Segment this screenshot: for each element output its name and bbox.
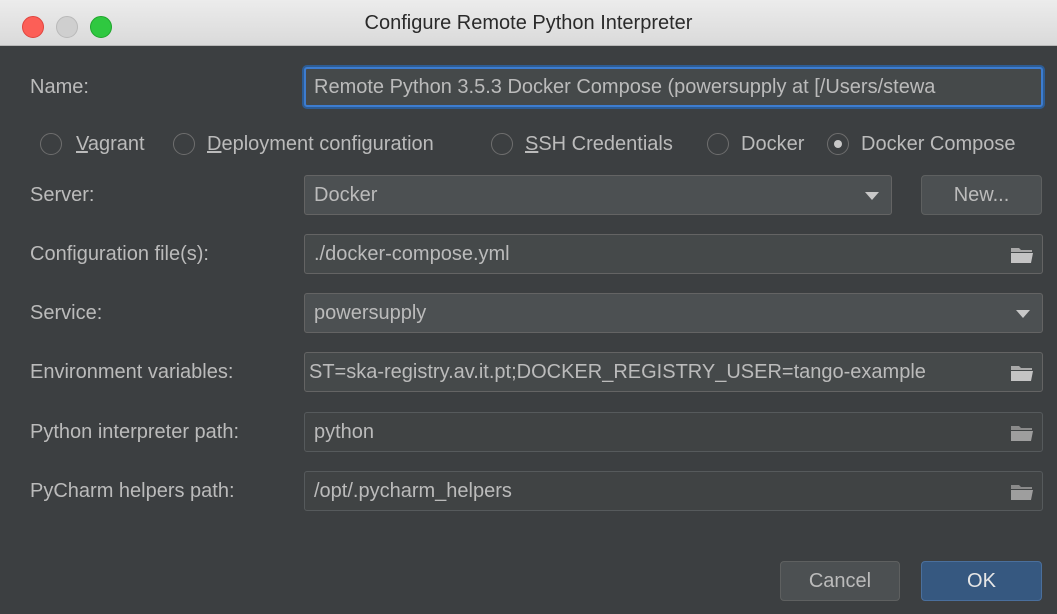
folder-icon[interactable] bbox=[1010, 364, 1034, 382]
helpers-path-input[interactable]: /opt/.pycharm_helpers bbox=[304, 471, 1043, 511]
service-select[interactable]: powersupply bbox=[304, 293, 1043, 333]
server-select[interactable]: Docker bbox=[304, 175, 892, 215]
radio-docker[interactable] bbox=[707, 133, 729, 155]
python-path-input[interactable]: python bbox=[304, 412, 1043, 452]
name-input[interactable]: Remote Python 3.5.3 Docker Compose (powe… bbox=[304, 67, 1043, 107]
service-label: Service: bbox=[30, 302, 103, 324]
config-files-input[interactable]: ./docker-compose.yml bbox=[304, 234, 1043, 274]
env-variables-input[interactable]: ST=ska-registry.av.it.pt;DOCKER_REGISTRY… bbox=[304, 352, 1043, 392]
radio-label-ssh-credentials[interactable]: SSH Credentials bbox=[525, 127, 673, 161]
folder-icon[interactable] bbox=[1010, 246, 1034, 264]
radio-label-vagrant[interactable]: Vagrant bbox=[76, 127, 145, 161]
python-path-value: python bbox=[314, 421, 375, 443]
radio-docker-compose[interactable] bbox=[827, 133, 849, 155]
helpers-path-label: PyCharm helpers path: bbox=[30, 480, 235, 502]
chevron-down-icon bbox=[1016, 310, 1030, 318]
radio-label-docker-compose[interactable]: Docker Compose bbox=[861, 127, 1016, 161]
env-variables-label: Environment variables: bbox=[30, 361, 234, 383]
title-bar: Configure Remote Python Interpreter bbox=[0, 0, 1057, 46]
ok-button[interactable]: OK bbox=[921, 561, 1042, 601]
chevron-down-icon bbox=[865, 192, 879, 200]
env-variables-value: ST=ska-registry.av.it.pt;DOCKER_REGISTRY… bbox=[309, 361, 926, 383]
helpers-path-value: /opt/.pycharm_helpers bbox=[314, 480, 512, 502]
radio-ssh-credentials[interactable] bbox=[491, 133, 513, 155]
radio-label-deployment-configuration[interactable]: Deployment configuration bbox=[207, 127, 434, 161]
config-files-value: ./docker-compose.yml bbox=[314, 243, 510, 265]
radio-label-docker[interactable]: Docker bbox=[741, 127, 804, 161]
service-select-value: powersupply bbox=[314, 302, 427, 324]
name-label: Name: bbox=[30, 76, 89, 98]
window-title: Configure Remote Python Interpreter bbox=[364, 12, 693, 34]
radio-deployment-configuration[interactable] bbox=[173, 133, 195, 155]
server-select-value: Docker bbox=[314, 184, 378, 206]
python-path-label: Python interpreter path: bbox=[30, 421, 240, 443]
cancel-button[interactable]: Cancel bbox=[780, 561, 900, 601]
new-server-button[interactable]: New... bbox=[921, 175, 1042, 215]
folder-icon[interactable] bbox=[1010, 424, 1034, 442]
folder-icon[interactable] bbox=[1010, 483, 1034, 501]
configure-remote-interpreter-dialog: Configure Remote Python Interpreter Name… bbox=[0, 0, 1057, 614]
radio-vagrant[interactable] bbox=[40, 133, 62, 155]
config-files-label: Configuration file(s): bbox=[30, 243, 209, 265]
server-label: Server: bbox=[30, 184, 95, 206]
